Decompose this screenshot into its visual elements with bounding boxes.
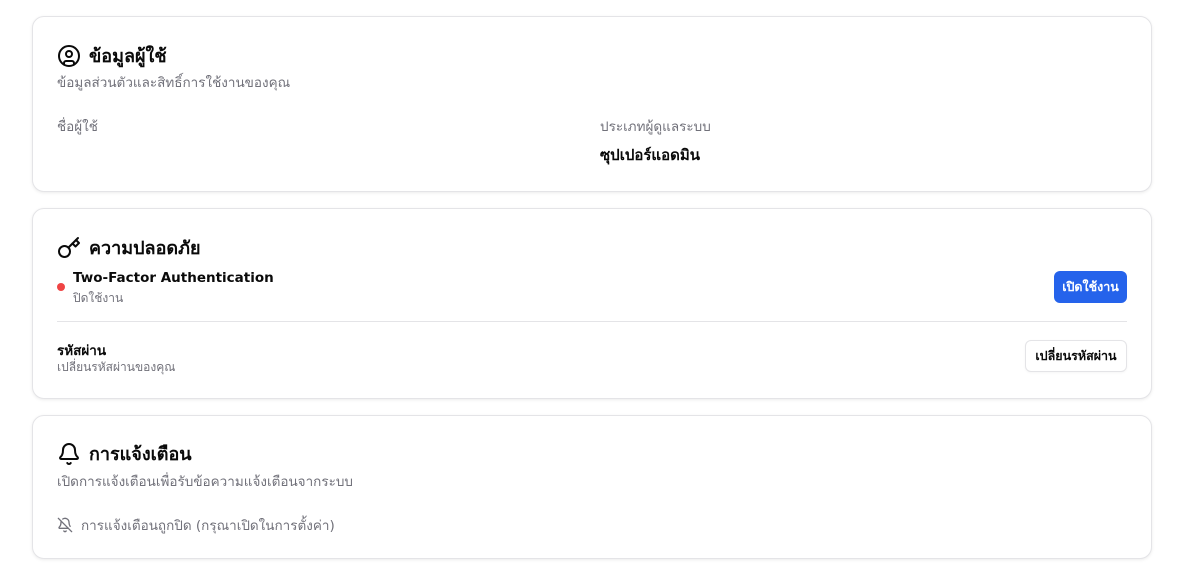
profile-card-title: ข้อมูลผู้ใช้ bbox=[57, 41, 167, 70]
bell-icon bbox=[59, 442, 79, 465]
security-card-title: ความปลอดภัย bbox=[57, 233, 201, 262]
notifications-status: การแจ้งเตือนถูกปิด (กรุณาเปิดในการตั้งค่… bbox=[57, 514, 335, 536]
notifications-status-text: การแจ้งเตือนถูกปิด (กรุณาเปิดในการตั้งค่… bbox=[81, 518, 335, 534]
notifications-card-title: การแจ้งเตือน bbox=[57, 439, 192, 468]
profile-description: ข้อมูลส่วนตัวและสิทธิ์การใช้งานของคุณ bbox=[57, 75, 291, 91]
notifications-card: การแจ้งเตือน เปิดการแจ้งเตือนเพื่อรับข้อ… bbox=[32, 415, 1152, 559]
profile-card: ข้อมูลผู้ใช้ ข้อมูลส่วนตัวและสิทธิ์การใช… bbox=[32, 16, 1152, 192]
two-factor-status: ปิดใช้งาน bbox=[73, 291, 124, 305]
user-circle-icon bbox=[58, 44, 80, 67]
notifications-title-text: การแจ้งเตือน bbox=[89, 444, 192, 465]
notifications-description: เปิดการแจ้งเตือนเพื่อรับข้อความแจ้งเตือน… bbox=[57, 474, 353, 490]
change-password-button[interactable]: เปลี่ยนรหัสผ่าน bbox=[1025, 340, 1127, 372]
enable-two-factor-button[interactable]: เปิดใช้งาน bbox=[1054, 271, 1127, 303]
security-divider bbox=[57, 321, 1127, 322]
security-card: ความปลอดภัย Two-Factor Authentication ปิ… bbox=[32, 208, 1152, 399]
two-factor-title: Two-Factor Authentication bbox=[73, 270, 274, 286]
profile-title-text: ข้อมูลผู้ใช้ bbox=[89, 46, 167, 67]
key-icon bbox=[58, 236, 80, 258]
admin-type-value: ซุปเปอร์แอดมิน bbox=[600, 146, 700, 164]
two-factor-status-dot bbox=[57, 283, 65, 291]
bell-off-icon bbox=[57, 517, 73, 533]
security-title-text: ความปลอดภัย bbox=[89, 238, 201, 259]
admin-type-label: ประเภทผู้ดูแลระบบ bbox=[600, 119, 711, 135]
password-description: เปลี่ยนรหัสผ่านของคุณ bbox=[57, 360, 176, 374]
username-label: ชื่อผู้ใช้ bbox=[57, 119, 98, 135]
